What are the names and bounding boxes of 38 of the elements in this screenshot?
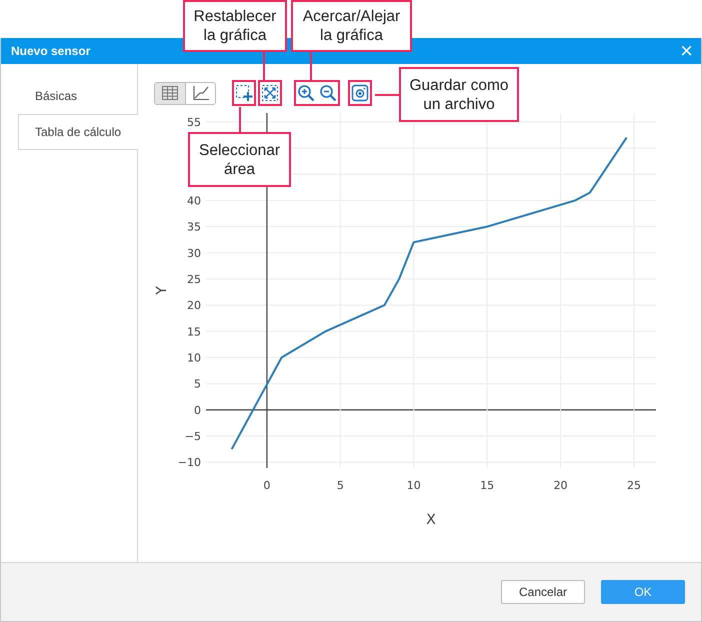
x-tick-label: 20: [554, 479, 568, 492]
y-tick-label: −10: [178, 456, 201, 470]
table-icon: [161, 85, 179, 101]
leader-line: [375, 94, 399, 96]
y-tick-label: 5: [194, 378, 201, 391]
y-tick-label: 30: [187, 246, 201, 260]
y-tick-label: 0: [194, 404, 201, 417]
x-tick-label: 10: [406, 479, 421, 492]
y-tick-label: −5: [184, 430, 201, 444]
y-tick-label: 40: [187, 194, 201, 208]
callout-label: Restablecer la gráfica: [183, 0, 287, 52]
camera-button[interactable]: [351, 84, 369, 102]
callout-label: Seleccionar área: [188, 132, 291, 187]
cancel-button[interactable]: Cancelar: [501, 580, 585, 604]
sidebar-tab[interactable]: Básicas: [18, 78, 138, 114]
x-tick-label: 5: [336, 479, 344, 492]
y-tick-label: 20: [187, 299, 201, 312]
y-tick-label: 10: [187, 352, 201, 365]
zoom-out-button[interactable]: [319, 84, 337, 102]
x-tick-label: 15: [480, 479, 494, 492]
y-tick-label: 55: [187, 116, 201, 129]
callout-label: Acercar/Alejar la gráfica: [291, 0, 412, 52]
reset-zoom-button[interactable]: [261, 84, 279, 102]
x-axis-title: X: [426, 512, 436, 528]
zoom-in-button[interactable]: [297, 84, 315, 102]
select-area-button[interactable]: [235, 84, 253, 102]
table-view-button[interactable]: [155, 82, 185, 104]
y-tick-label: 15: [187, 325, 201, 338]
y-axis-title: Y: [154, 286, 170, 295]
window-title: Nuevo sensor: [11, 43, 90, 60]
chart-icon: [192, 85, 210, 101]
x-tick-label: 0: [263, 479, 270, 492]
y-tick-label: 25: [187, 272, 201, 286]
sidebar-tab[interactable]: Tabla de cálculo: [18, 114, 138, 150]
callout-label: Guardar como un archivo: [399, 67, 519, 122]
chart-view-button[interactable]: [185, 82, 215, 104]
x-tick-label: 25: [626, 479, 641, 492]
y-tick-label: 35: [187, 220, 201, 234]
